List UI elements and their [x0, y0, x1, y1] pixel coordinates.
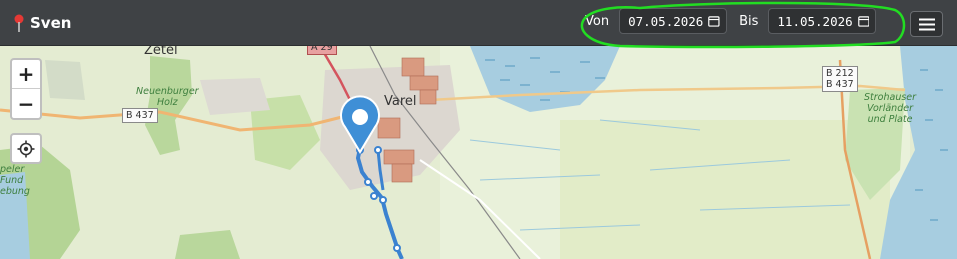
from-date-value: 07.05.2026: [628, 13, 704, 29]
road-shield-motorway: A 29: [307, 46, 337, 55]
map-view[interactable]: Zetel Varel Neuenburger Holz Strohauser …: [0, 46, 957, 259]
calendar-icon[interactable]: [857, 15, 870, 27]
app-title: Sven: [30, 13, 72, 32]
from-label: Von: [585, 13, 610, 29]
hamburger-menu-icon: [918, 18, 935, 30]
zoom-in-button[interactable]: +: [12, 60, 40, 89]
to-date-input[interactable]: 11.05.2026: [768, 8, 877, 34]
to-label: Bis: [739, 13, 759, 29]
forest-label-neuenburger: Neuenburger Holz: [136, 86, 199, 108]
crosshair-locate-icon: [17, 140, 35, 157]
place-label-zetel: Zetel: [144, 46, 178, 58]
date-range: Von 07.05.2026 Bis 11.05.2026: [585, 8, 877, 34]
to-date-value: 11.05.2026: [777, 13, 853, 29]
map-tiles[interactable]: [0, 46, 957, 259]
brand[interactable]: Sven: [12, 13, 71, 33]
urban-area: [45, 60, 85, 100]
road-shield-b212-b437: B 212 B 437: [822, 66, 858, 92]
urban-area: [200, 78, 270, 115]
place-label-varel: Varel: [384, 94, 417, 109]
area-label-left: peler Fund ebung: [0, 164, 30, 197]
locate-button[interactable]: [10, 133, 42, 164]
area-label-strohauser: Strohauser Vorländer und Plate: [864, 92, 917, 125]
top-navbar: Sven Von 07.05.2026 Bis 11.05.2026: [0, 0, 957, 46]
road-shield-b437: B 437: [122, 108, 158, 123]
menu-button[interactable]: [910, 11, 943, 37]
calendar-icon[interactable]: [708, 15, 720, 27]
zoom-control: + −: [10, 58, 42, 120]
from-date-input[interactable]: 07.05.2026: [619, 8, 728, 34]
map-pin-icon: [14, 14, 24, 32]
zoom-out-button[interactable]: −: [12, 89, 40, 118]
